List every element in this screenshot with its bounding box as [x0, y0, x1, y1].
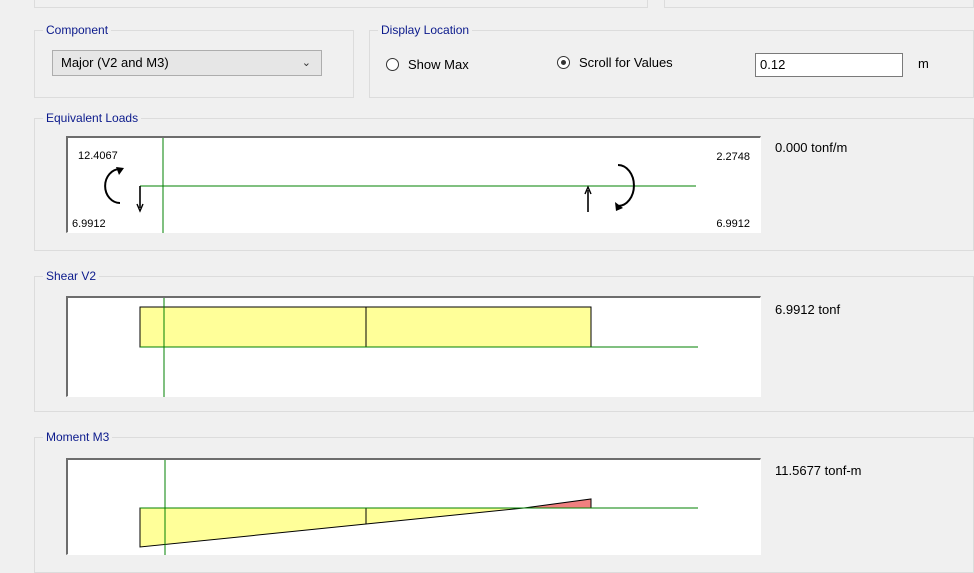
radio-selected-icon[interactable]: [557, 56, 570, 69]
display-location-legend: Display Location: [378, 23, 473, 37]
equivalent-loads-value: 0.000 tonf/m: [775, 140, 848, 155]
component-select[interactable]: Major (V2 and M3) ⌄: [52, 50, 322, 76]
moment-diagram: [139, 460, 698, 555]
shear-v2-plot: [66, 296, 761, 397]
upper-panel-edge-right: [664, 0, 974, 8]
shear-diagram: [139, 298, 698, 397]
moment-negative-region: [139, 507, 525, 548]
moment-positive-region: [523, 498, 592, 509]
shear-v2-legend: Shear V2: [43, 269, 100, 283]
radio-circle-icon[interactable]: [386, 58, 399, 71]
left-moment-arrow-icon: [104, 168, 121, 204]
equivalent-loads-plot: 12.4067 6.9912 2.2748 6.9912: [66, 136, 761, 233]
component-select-value: Major (V2 and M3): [61, 55, 169, 70]
shear-segment-right: [365, 306, 592, 348]
equivalent-loads-diagram: 12.4067 6.9912 2.2748 6.9912: [72, 138, 750, 233]
load-bottom-left: 6.9912: [72, 218, 106, 230]
location-value-input[interactable]: 0.12: [755, 53, 903, 77]
upper-panel-edge: [34, 0, 648, 8]
load-top-left: 12.4067: [78, 150, 118, 162]
moment-m3-plot: [66, 458, 761, 555]
shear-segment-left: [139, 306, 367, 348]
component-legend: Component: [43, 23, 112, 37]
chevron-down-icon[interactable]: ⌄: [302, 51, 311, 75]
load-bottom-right: 6.9912: [716, 218, 750, 230]
moment-m3-legend: Moment M3: [43, 430, 113, 444]
moment-m3-value: 11.5677 tonf-m: [775, 463, 862, 478]
shear-v2-value: 6.9912 tonf: [775, 302, 841, 317]
equivalent-loads-legend: Equivalent Loads: [43, 111, 142, 125]
left-moment-arrowhead-icon: [116, 167, 124, 175]
show-max-label[interactable]: Show Max: [408, 55, 469, 75]
scroll-for-values-label[interactable]: Scroll for Values: [579, 53, 673, 73]
load-top-right: 2.2748: [716, 151, 750, 163]
location-unit: m: [918, 56, 929, 71]
